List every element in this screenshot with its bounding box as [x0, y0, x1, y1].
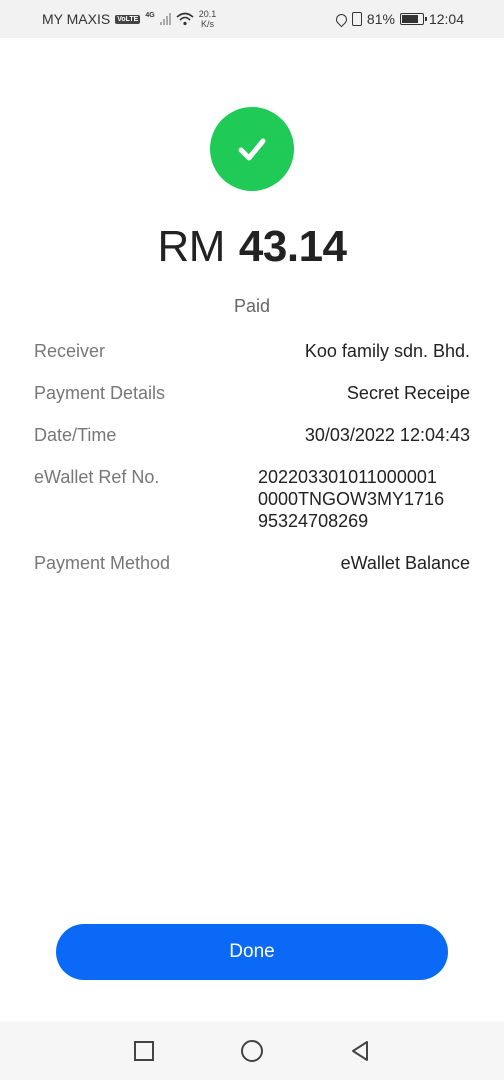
payment-details: Receiver Koo family sdn. Bhd. Payment De…: [34, 340, 470, 594]
success-check-icon: [210, 107, 294, 191]
detail-row-datetime: Date/Time 30/03/2022 12:04:43: [34, 424, 470, 446]
payment-status: Paid: [233, 296, 271, 316]
volte-badge: VoLTE: [115, 14, 141, 24]
network-speed: 20.1 K/s: [199, 9, 217, 29]
detail-value: 30/03/2022 12:04:43: [304, 425, 470, 445]
payment-amount: RM 43.14: [0, 222, 504, 272]
detail-label: Payment Method: [34, 553, 171, 573]
detail-row-ref-no: eWallet Ref No. 202203301011000001 0000T…: [34, 466, 470, 532]
speed-unit: K/s: [200, 19, 214, 29]
back-button[interactable]: [344, 1035, 376, 1067]
detail-row-receiver: Receiver Koo family sdn. Bhd.: [34, 340, 470, 362]
detail-value: eWallet Balance: [340, 553, 470, 573]
clock: 12:04: [428, 11, 464, 27]
detail-value: Koo family sdn. Bhd.: [304, 341, 470, 361]
square-icon: [134, 1041, 154, 1061]
speed-value: 20.1: [198, 9, 217, 19]
currency: RM: [157, 222, 225, 271]
ref-no-line: 202203301011000001: [258, 467, 437, 487]
recent-apps-button[interactable]: [128, 1035, 160, 1067]
status-bar: MY MAXIS VoLTE 4G 20.1 K/s 81% 12:04: [0, 0, 504, 38]
network-type: 4G: [145, 11, 155, 19]
detail-label: Payment Details: [34, 383, 166, 403]
detail-label: Date/Time: [34, 425, 117, 445]
circle-icon: [241, 1040, 263, 1062]
carrier-name: MY MAXIS: [42, 11, 111, 27]
vibrate-icon: [351, 12, 362, 26]
detail-row-payment-method: Payment Method eWallet Balance: [34, 552, 470, 574]
signal-icon: [159, 13, 171, 25]
checkmark-icon: [238, 138, 266, 161]
detail-value: Secret Receipe: [346, 383, 470, 403]
done-button[interactable]: Done: [56, 924, 448, 980]
detail-row-payment-details: Payment Details Secret Receipe: [34, 382, 470, 404]
ref-no-line: 95324708269: [258, 511, 369, 531]
status-right: 81% 12:04: [333, 11, 464, 27]
location-icon: [333, 11, 350, 27]
battery-icon: [399, 13, 427, 25]
home-button[interactable]: [236, 1035, 268, 1067]
triangle-back-icon: [352, 1041, 368, 1061]
detail-label: eWallet Ref No.: [34, 467, 160, 487]
detail-value-ref-no: 202203301011000001 0000TNGOW3MY1716 9532…: [258, 466, 470, 532]
ref-no-line: 0000TNGOW3MY1716: [258, 489, 445, 509]
status-left: MY MAXIS VoLTE 4G 20.1 K/s: [42, 9, 216, 29]
battery-percent: 81%: [366, 11, 395, 27]
system-nav-bar: [0, 1022, 504, 1080]
wifi-icon: [176, 12, 194, 26]
detail-label: Receiver: [34, 341, 106, 361]
amount-value: 43.14: [238, 222, 347, 271]
